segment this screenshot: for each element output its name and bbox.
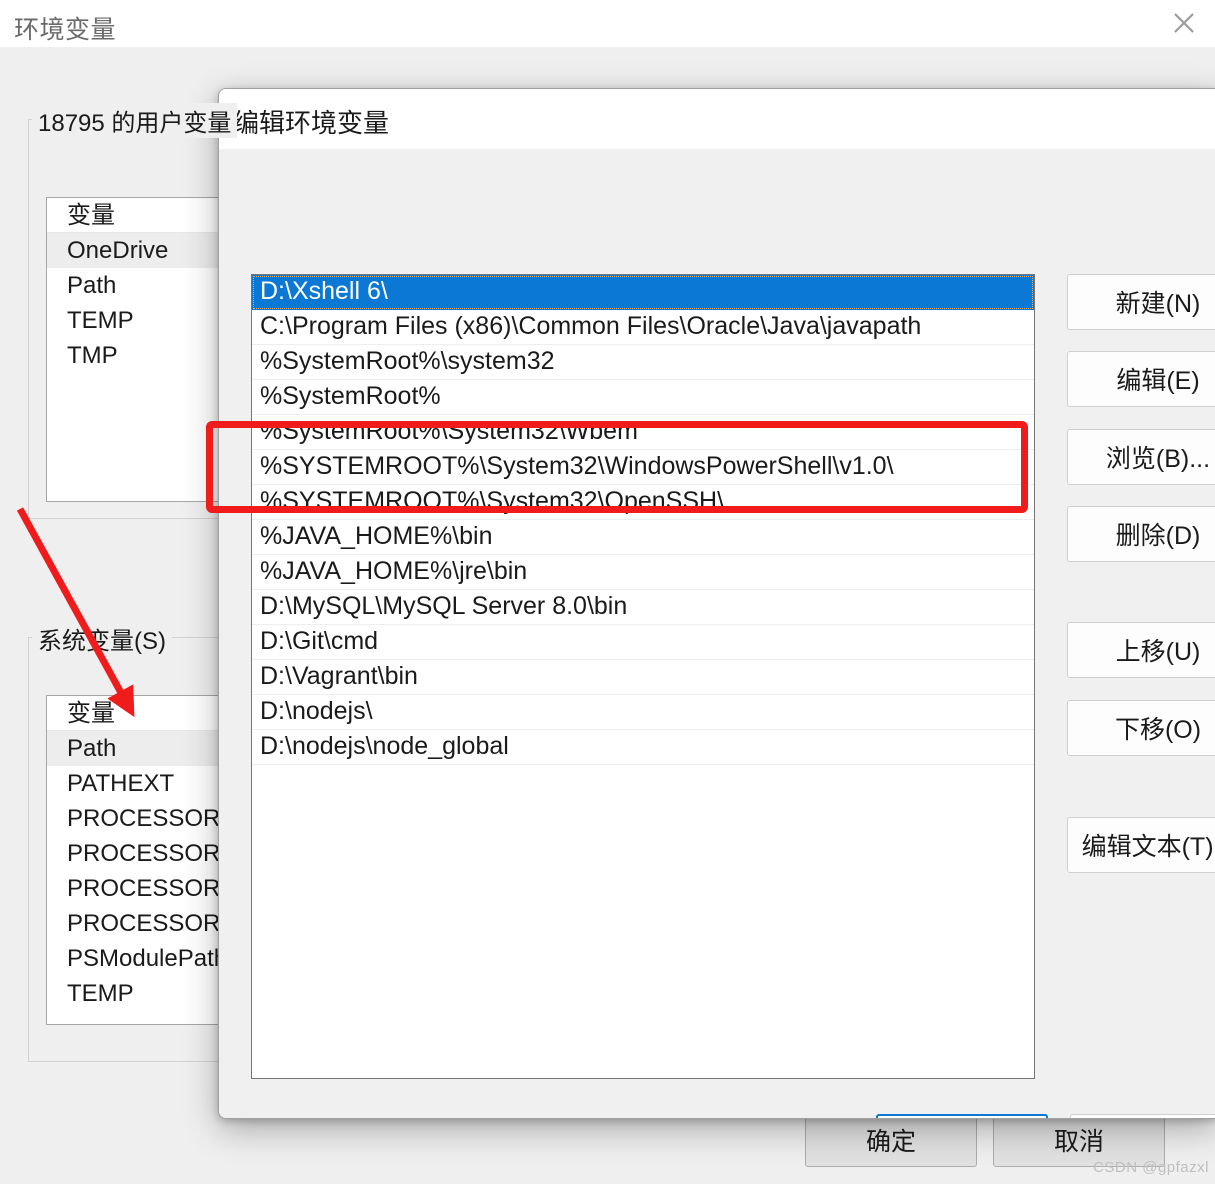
user-variables-label: 18795 的用户变量: [32, 103, 238, 138]
list-item[interactable]: %SYSTEMROOT%\System32\WindowsPowerShell\…: [252, 450, 1034, 485]
user-variable-name: Path: [67, 272, 117, 299]
edit-text-button[interactable]: 编辑文本(T)...: [1067, 817, 1215, 873]
new-button[interactable]: 新建(N): [1067, 274, 1215, 330]
move-down-button[interactable]: 下移(O): [1067, 700, 1215, 756]
edit-dialog-titlebar: 编辑环境变量: [219, 89, 1215, 149]
browse-button[interactable]: 浏览(B)...: [1067, 429, 1215, 485]
list-item[interactable]: D:\Xshell 6\: [252, 275, 1034, 310]
list-item[interactable]: %SystemRoot%: [252, 380, 1034, 415]
system-variable-name: PATHEXT: [67, 770, 175, 797]
window-ok-button[interactable]: 确定: [805, 1112, 977, 1167]
edit-dialog-body: D:\Xshell 6\ C:\Program Files (x86)\Commo…: [219, 149, 1215, 1118]
list-item[interactable]: D:\Vagrant\bin: [252, 660, 1034, 695]
edit-button[interactable]: 编辑(E): [1067, 351, 1215, 407]
list-item[interactable]: %JAVA_HOME%\bin: [252, 520, 1034, 555]
list-item[interactable]: D:\nodejs\node_global: [252, 730, 1034, 765]
list-item[interactable]: %SYSTEMROOT%\System32\OpenSSH\: [252, 485, 1034, 520]
system-variable-name: TEMP: [67, 980, 134, 1007]
edit-environment-variable-dialog: 编辑环境变量 D:\Xshell 6\ C:\Program Files (x86…: [218, 88, 1215, 1119]
system-variables-label: 系统变量(S): [32, 621, 172, 656]
delete-button[interactable]: 删除(D): [1067, 506, 1215, 562]
csdn-watermark: CSDN @gpfazxl: [1093, 1159, 1209, 1176]
window-titlebar: 环境变量: [0, 0, 1215, 47]
list-item[interactable]: C:\Program Files (x86)\Common Files\Orac…: [252, 310, 1034, 345]
path-entries-rows: D:\Xshell 6\ C:\Program Files (x86)\Commo…: [252, 275, 1034, 765]
list-item[interactable]: D:\nodejs\: [252, 695, 1034, 730]
system-variable-name: PSModulePath: [67, 945, 228, 972]
system-variable-name: PROCESSOR_I: [67, 840, 241, 867]
edit-dialog-title: 编辑环境变量: [233, 108, 390, 138]
list-item[interactable]: %JAVA_HOME%\jre\bin: [252, 555, 1034, 590]
close-icon[interactable]: [1161, 3, 1207, 43]
edit-dialog-cancel-button[interactable]: 取消: [1070, 1114, 1215, 1118]
user-variable-name: OneDrive: [67, 237, 169, 264]
edit-dialog-ok-button[interactable]: 确定: [876, 1114, 1048, 1118]
page-title: 环境变量: [14, 16, 117, 44]
path-entries-listbox[interactable]: D:\Xshell 6\ C:\Program Files (x86)\Commo…: [251, 274, 1035, 1079]
list-item[interactable]: %SystemRoot%\system32: [252, 345, 1034, 380]
user-variable-name: TEMP: [67, 307, 134, 334]
list-item[interactable]: D:\Git\cmd: [252, 625, 1034, 660]
user-variable-name: TMP: [67, 342, 118, 369]
list-item[interactable]: D:\MySQL\MySQL Server 8.0\bin: [252, 590, 1034, 625]
window-button-bar: 确定 取消: [0, 1112, 1215, 1172]
move-up-button[interactable]: 上移(U): [1067, 622, 1215, 678]
list-item[interactable]: %SystemRoot%\System32\Wbem: [252, 415, 1034, 450]
system-variable-name: Path: [67, 735, 117, 762]
